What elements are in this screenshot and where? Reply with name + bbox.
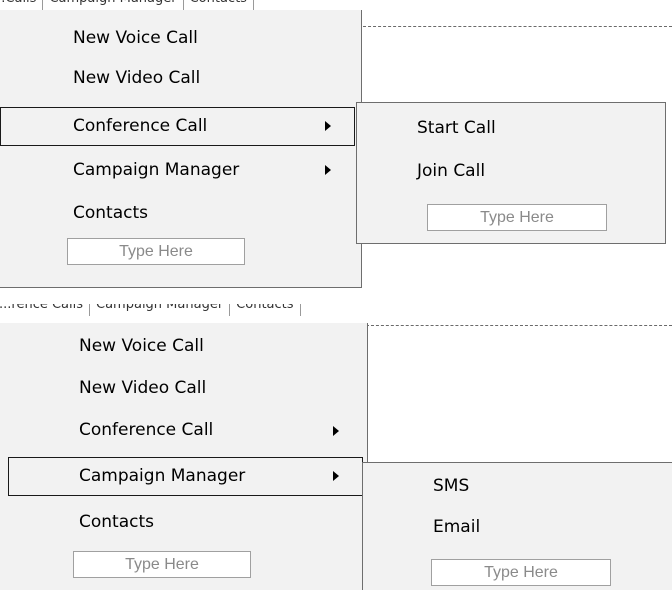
conference-call-submenu: Start Call Join Call Type Here — [356, 102, 666, 244]
menu-item-join-call[interactable]: Join Call — [357, 152, 665, 191]
tab-strip-bottom: ...rence Calls Campaign Manager Contacts — [0, 304, 672, 322]
menu-item-sms[interactable]: SMS — [363, 467, 672, 506]
menu-dropdown: New Voice Call New Video Call Conference… — [0, 10, 362, 288]
menu-item-label: Contacts — [73, 203, 148, 223]
menu-item-conference-call[interactable]: Conference Call — [0, 411, 367, 450]
menu-item-new-video-call[interactable]: New Video Call — [0, 369, 367, 408]
menu-item-label: SMS — [433, 476, 470, 496]
menu-item-email[interactable]: Email — [363, 508, 672, 547]
menu-dropdown: New Voice Call New Video Call Conference… — [0, 323, 368, 590]
menu-item-label: Join Call — [417, 161, 486, 181]
designer-surface-edge — [358, 26, 672, 27]
tab-campaign-manager[interactable]: Campaign Manager — [42, 0, 184, 10]
type-here-input[interactable]: Type Here — [427, 204, 607, 231]
menu-item-label: Start Call — [417, 118, 496, 138]
type-here-input[interactable]: Type Here — [73, 551, 251, 578]
menu-item-label: New Voice Call — [73, 28, 198, 48]
menu-item-label: Campaign Manager — [73, 160, 240, 180]
menu-item-campaign-manager[interactable]: Campaign Manager — [0, 151, 361, 190]
tab-contacts[interactable]: Contacts — [229, 304, 301, 316]
menu-item-new-voice-call[interactable]: New Voice Call — [0, 327, 367, 366]
campaign-manager-submenu: SMS Email Type Here — [362, 462, 672, 590]
menu-item-start-call[interactable]: Start Call — [357, 109, 665, 148]
menu-item-contacts[interactable]: Contacts — [0, 194, 361, 233]
menu-item-label: Conference Call — [73, 116, 208, 136]
submenu-arrow-icon — [333, 426, 339, 436]
menu-item-label: New Video Call — [79, 378, 207, 398]
menu-item-new-voice-call[interactable]: New Voice Call — [0, 19, 361, 58]
menu-item-label: Campaign Manager — [79, 466, 246, 486]
submenu-arrow-icon — [333, 471, 339, 481]
menu-item-label: Conference Call — [79, 420, 214, 440]
tab-calls[interactable]: ...Calls — [0, 0, 44, 10]
tab-conference-calls[interactable]: ...rence Calls — [0, 304, 91, 316]
menu-item-new-video-call[interactable]: New Video Call — [0, 59, 361, 98]
submenu-arrow-icon — [325, 165, 331, 175]
menu-item-contacts[interactable]: Contacts — [0, 503, 367, 542]
menu-item-label: Contacts — [79, 512, 154, 532]
menu-item-label: New Video Call — [73, 68, 201, 88]
tab-contacts[interactable]: Contacts — [182, 0, 254, 10]
menu-item-label: Email — [433, 517, 481, 537]
designer-surface-edge — [366, 325, 672, 326]
tab-strip-top: ...CallsCampaign ManagerContacts — [0, 0, 672, 10]
type-here-input[interactable]: Type Here — [431, 559, 611, 586]
menu-item-label: New Voice Call — [79, 336, 204, 356]
menu-item-conference-call[interactable]: Conference Call — [0, 107, 355, 146]
submenu-arrow-icon — [325, 121, 331, 131]
menu-item-campaign-manager[interactable]: Campaign Manager — [8, 457, 363, 496]
tab-campaign-manager[interactable]: Campaign Manager — [89, 304, 231, 316]
type-here-input[interactable]: Type Here — [67, 238, 245, 265]
